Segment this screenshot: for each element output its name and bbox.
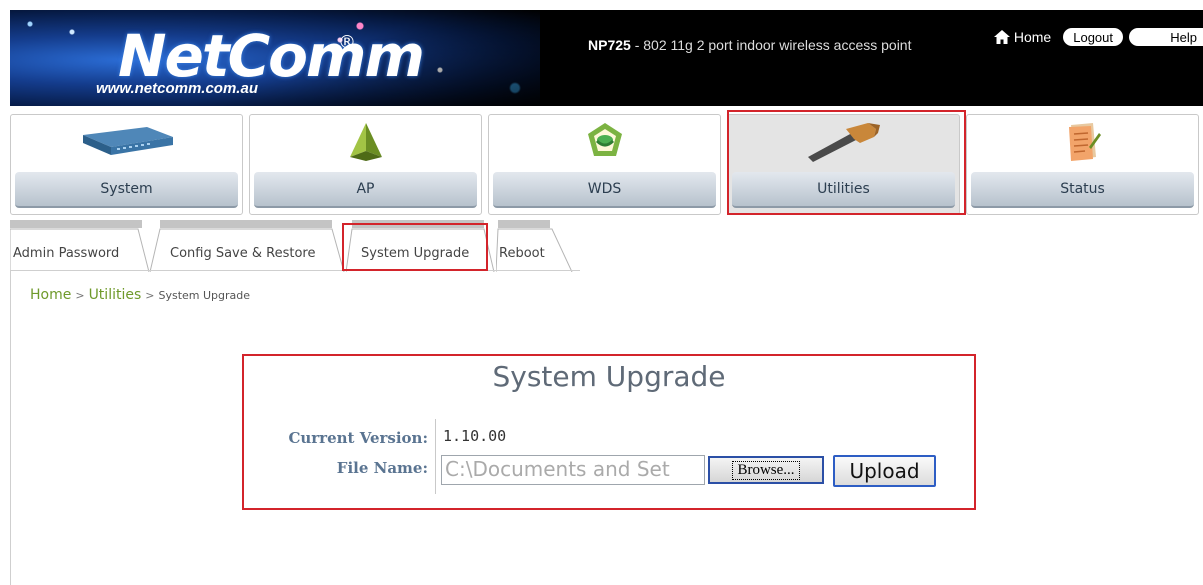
brand-url: www.netcomm.com.au: [96, 80, 258, 97]
file-name-input[interactable]: C:\Documents and Set: [441, 455, 705, 485]
tab-system-upgrade[interactable]: System Upgrade: [346, 220, 496, 272]
home-icon: [993, 30, 1010, 44]
content-left-border: [10, 270, 11, 585]
tab-cap: [160, 220, 332, 228]
header: NetComm ® www.netcomm.com.au NP725 - 802…: [10, 10, 1203, 106]
notepad-icon: [1068, 123, 1101, 161]
tab-baseline: [10, 270, 580, 271]
home-link-label: Home: [1013, 29, 1052, 45]
breadcrumb: Home > Utilities > System Upgrade: [30, 287, 250, 303]
hammer-icon: [807, 123, 880, 162]
nav-system[interactable]: System: [10, 114, 243, 215]
tab-config-save-restore-label: Config Save & Restore: [170, 246, 316, 261]
browse-button-label: Browse...: [732, 460, 800, 480]
product-model: NP725: [588, 37, 631, 53]
router-icon: [82, 127, 173, 155]
breadcrumb-separator: >: [75, 289, 85, 302]
upload-button[interactable]: Upload: [833, 455, 936, 487]
browse-button[interactable]: Browse...: [708, 456, 824, 484]
nav-utilities[interactable]: Utilities: [727, 114, 960, 215]
nav-ap-label: AP: [254, 172, 477, 208]
tab-cap: [10, 220, 142, 228]
tab-cap: [352, 220, 484, 228]
current-version-value: 1.10.00: [443, 427, 507, 445]
tab-reboot-label: Reboot: [499, 246, 545, 261]
product-description: - 802 11g 2 port indoor wireless access …: [634, 37, 912, 53]
nav-system-label: System: [15, 172, 238, 208]
tab-cap: [498, 220, 550, 228]
current-version-label: Current Version:: [288, 429, 428, 447]
brand-banner: NetComm ® www.netcomm.com.au: [10, 10, 540, 106]
tab-system-upgrade-label: System Upgrade: [361, 246, 470, 261]
page-title: System Upgrade: [492, 360, 726, 393]
top-links: Home Logout Help: [993, 26, 1203, 48]
brand-registered-mark: ®: [338, 32, 356, 53]
nav-utilities-label: Utilities: [732, 172, 955, 208]
file-name-label: File Name:: [336, 459, 428, 477]
nav-wds-label: WDS: [493, 172, 716, 208]
breadcrumb-utilities[interactable]: Utilities: [89, 287, 142, 303]
product-title: NP725 - 802 11g 2 port indoor wireless a…: [588, 37, 911, 53]
nav-status-label: Status: [971, 172, 1194, 208]
breadcrumb-separator: >: [145, 289, 155, 302]
wds-icon: [587, 123, 622, 156]
tab-admin-password-label: Admin Password: [13, 246, 120, 261]
nav-wds[interactable]: WDS: [488, 114, 721, 215]
tab-admin-password[interactable]: Admin Password: [10, 220, 150, 272]
breadcrumb-home[interactable]: Home: [30, 287, 71, 303]
nav-ap[interactable]: AP: [249, 114, 482, 215]
tab-reboot[interactable]: Reboot: [496, 220, 580, 272]
tab-config-save-restore[interactable]: Config Save & Restore: [150, 220, 346, 272]
logout-button[interactable]: Logout: [1063, 28, 1123, 46]
sub-tabs: Admin Password Config Save & Restore Sys…: [10, 220, 610, 272]
home-link[interactable]: Home: [993, 29, 1052, 45]
field-divider: [435, 419, 436, 494]
breadcrumb-current: System Upgrade: [158, 289, 251, 302]
help-button[interactable]: Help: [1129, 28, 1203, 46]
access-point-icon: [349, 123, 382, 161]
nav-status[interactable]: Status: [966, 114, 1199, 215]
